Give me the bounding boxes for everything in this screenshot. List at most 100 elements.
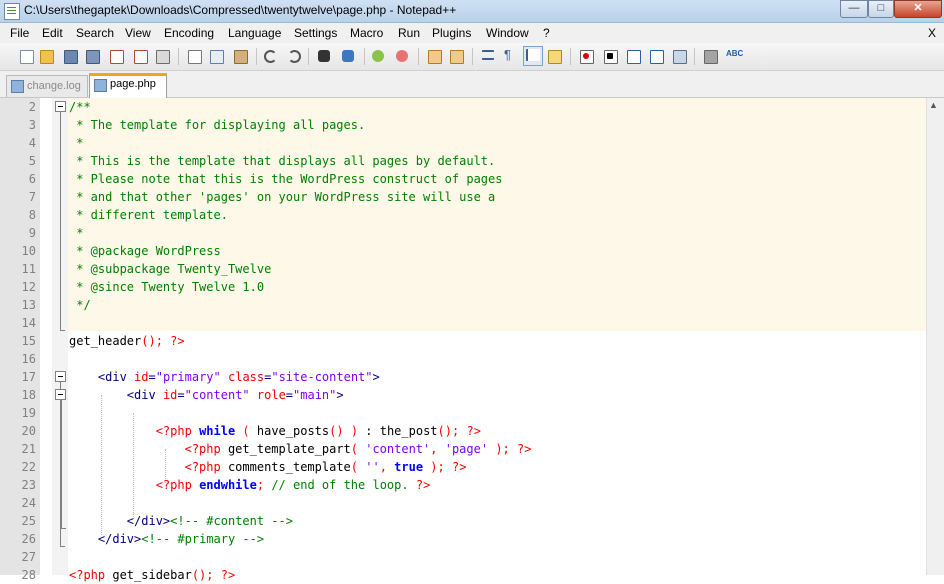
code-token: have_posts (249, 424, 330, 438)
code-line[interactable]: 3 * The template for displaying all page… (0, 116, 926, 134)
code-line[interactable]: 21 <?php get_template_part( 'content', '… (0, 440, 926, 458)
code-line[interactable]: 23 <?php endwhile; // end of the loop. ?… (0, 476, 926, 494)
line-number: 7 (28, 190, 36, 204)
code-line[interactable]: 28 <?php get_sidebar(); ?> (0, 566, 926, 584)
code-line[interactable]: 7 * and that other 'pages' on your WordP… (0, 188, 926, 206)
code-line[interactable]: 19 (0, 404, 926, 422)
close-window-button[interactable]: ✕ (894, 0, 942, 18)
user-defined-language-icon[interactable] (546, 48, 562, 64)
tab-page-php[interactable]: page.php (89, 73, 167, 100)
indent-guide-icon[interactable] (523, 46, 543, 66)
code-token: * and that other 'pages' on your WordPre… (69, 190, 496, 204)
code-line[interactable]: 4 * (0, 134, 926, 152)
code-token: id (162, 388, 178, 402)
notepad-app-icon[interactable] (4, 3, 20, 20)
new-file-icon[interactable] (18, 48, 34, 64)
code-line[interactable]: 25 </div><!-- #content --> (0, 512, 926, 530)
minimize-button[interactable]: — (840, 0, 868, 18)
code-line[interactable]: 10 * @package WordPress (0, 242, 926, 260)
toolbar-separator (570, 48, 571, 65)
file-icon (11, 80, 24, 93)
code-text: * @subpackage Twenty_Twelve (69, 260, 271, 278)
code-line[interactable]: 13 */ (0, 296, 926, 314)
find-icon[interactable] (316, 48, 332, 64)
code-token: id (134, 370, 149, 384)
stop-macro-icon[interactable] (602, 48, 618, 64)
word-wrap-icon[interactable] (480, 48, 496, 64)
menu-settings[interactable]: Settings (294, 26, 337, 40)
code-token: get_sidebar (105, 568, 192, 582)
close-file-icon[interactable] (108, 48, 124, 64)
code-line[interactable]: 18 <div id="content" role="main"> (0, 386, 926, 404)
code-line[interactable]: 5 * This is the template that displays a… (0, 152, 926, 170)
menu-plugins[interactable]: Plugins (432, 26, 471, 40)
undo-icon[interactable] (262, 48, 278, 64)
menu-view[interactable]: View (125, 26, 151, 40)
code-line[interactable]: 16 (0, 350, 926, 368)
code-token: = (285, 388, 294, 402)
scroll-up-icon[interactable]: ▲ (929, 100, 938, 110)
show-all-characters-icon[interactable]: ¶ (502, 48, 518, 64)
code-token: <?php (155, 424, 192, 438)
code-line[interactable]: 22 <?php comments_template( '', true ); … (0, 458, 926, 476)
record-macro-icon[interactable] (578, 48, 594, 64)
code-line[interactable]: 9 * (0, 224, 926, 242)
code-line[interactable]: 2 /** (0, 98, 926, 116)
code-token: = (177, 388, 185, 402)
redo-icon[interactable] (286, 48, 302, 64)
line-number: 5 (28, 154, 36, 168)
zoom-in-icon[interactable] (370, 48, 386, 64)
code-line[interactable]: 8 * different template. (0, 206, 926, 224)
spell-check-settings-icon[interactable] (702, 48, 718, 64)
play-macro-icon[interactable] (625, 48, 641, 64)
menu-macro[interactable]: Macro (350, 26, 383, 40)
run-macro-multiple-icon[interactable] (648, 48, 664, 64)
menu-encoding[interactable]: Encoding (164, 26, 214, 40)
tab-change-log[interactable]: change.log (6, 75, 88, 97)
sync-horizontal-icon[interactable] (448, 48, 464, 64)
menu-run[interactable]: Run (398, 26, 420, 40)
replace-icon[interactable] (340, 48, 356, 64)
menu-language[interactable]: Language (228, 26, 281, 40)
code-line[interactable]: 15 get_header(); ?> (0, 332, 926, 350)
code-line[interactable]: 12 * @since Twenty Twelve 1.0 (0, 278, 926, 296)
paste-icon[interactable] (232, 48, 248, 64)
code-line[interactable]: 20 <?php while ( have_posts() ) : the_po… (0, 422, 926, 440)
save-macro-icon[interactable] (671, 48, 687, 64)
line-number: 23 (21, 478, 36, 492)
menu-window[interactable]: Window (486, 26, 529, 40)
close-all-icon[interactable] (132, 48, 148, 64)
maximize-button[interactable]: □ (868, 0, 894, 18)
vertical-scrollbar[interactable]: ▲ (926, 98, 944, 575)
cut-icon[interactable] (186, 48, 202, 64)
code-text: * and that other 'pages' on your WordPre… (69, 188, 495, 206)
code-line[interactable]: 26 </div><!-- #primary --> (0, 530, 926, 548)
save-icon[interactable] (62, 48, 78, 64)
close-document-button[interactable]: X (928, 26, 936, 40)
menu-search[interactable]: Search (76, 26, 114, 40)
code-line[interactable]: 11 * @subpackage Twenty_Twelve (0, 260, 926, 278)
code-line[interactable]: 14 (0, 314, 926, 332)
code-editor[interactable]: 2 /** 3 * The template for displaying all … (0, 98, 944, 582)
copy-icon[interactable] (208, 48, 224, 64)
menu-edit[interactable]: Edit (42, 26, 63, 40)
code-token: <!-- #primary --> (141, 532, 265, 546)
menu-help[interactable]: ? (543, 26, 550, 40)
code-token: role (256, 388, 286, 402)
code-line[interactable]: 17 <div id="primary" class="site-content… (0, 368, 926, 386)
save-all-icon[interactable] (84, 48, 100, 64)
sync-vertical-icon[interactable] (426, 48, 442, 64)
zoom-out-icon[interactable] (394, 48, 410, 64)
code-line[interactable]: 27 (0, 548, 926, 566)
line-number: 20 (21, 424, 36, 438)
menu-file[interactable]: File (10, 26, 29, 40)
spell-check-icon[interactable]: ABC (724, 48, 743, 64)
code-line[interactable]: 6 * Please note that this is the WordPre… (0, 170, 926, 188)
print-icon[interactable] (154, 48, 170, 64)
code-line[interactable]: 24 (0, 494, 926, 512)
open-file-icon[interactable] (38, 48, 54, 64)
